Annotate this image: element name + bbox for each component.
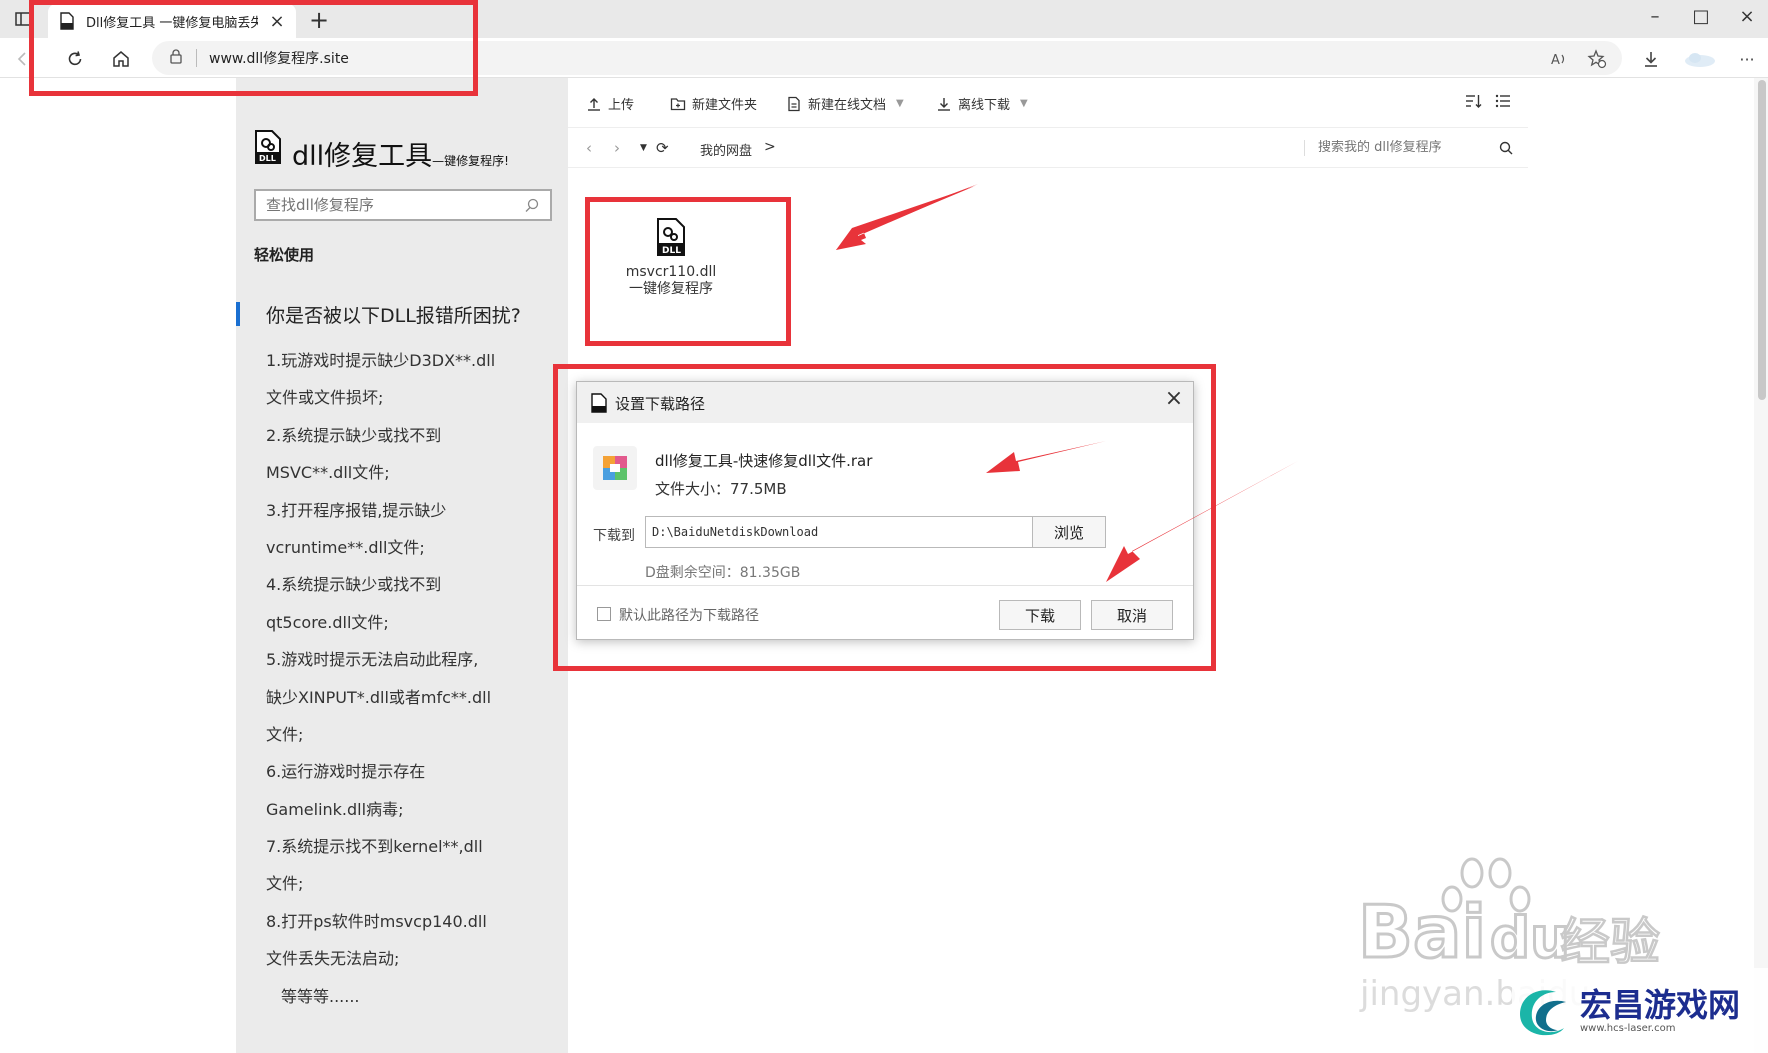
upload-button[interactable]: 上传 [586, 94, 634, 113]
page-scrollbar-thumb[interactable] [1758, 80, 1766, 400]
read-aloud-icon[interactable]: A [1546, 46, 1572, 72]
watermark-jingyan-cn: 经验 [1560, 913, 1660, 971]
offline-download-button[interactable]: 离线下载 ▼ [936, 94, 1028, 113]
easy-use-heading: 轻松使用 [254, 246, 315, 264]
dll-logo-icon: DLL [255, 130, 281, 164]
question-heading: 你是否被以下DLL报错所困扰? [266, 305, 521, 327]
list-item: 4.系统提示缺少或找不到 [266, 575, 442, 595]
annotation-box-address [29, 0, 478, 96]
sidebar-search-input[interactable] [266, 196, 506, 214]
list-item: 3.打开程序报错,提示缺少 [266, 500, 447, 520]
history-dropdown-icon[interactable]: ▼ [640, 143, 647, 153]
new-online-doc-button[interactable]: 新建在线文档 ▼ [786, 94, 904, 113]
new-folder-label: 新建文件夹 [692, 98, 758, 113]
upload-label: 上传 [608, 98, 635, 113]
path-nav-row: ‹ › ▼ ⟳ 我的网盘 > [568, 128, 1528, 168]
list-item: 文件; [266, 874, 304, 894]
site-watermark: 宏昌游戏网 www.hcs-laser.com [1512, 968, 1768, 1053]
nav-forward-icon[interactable]: › [614, 139, 620, 157]
list-item: 2.系统提示缺少或找不到 [266, 425, 442, 445]
list-item: 文件; [266, 724, 304, 744]
close-window-icon[interactable]: × [1732, 6, 1762, 27]
site-watermark-url: www.hcs-laser.com [1580, 1023, 1676, 1034]
nav-back-icon[interactable]: ‹ [586, 139, 592, 157]
list-item: 文件丢失无法启动; [266, 949, 400, 969]
site-watermark-name: 宏昌游戏网 [1580, 986, 1741, 1024]
add-favorite-icon[interactable] [1584, 46, 1610, 72]
list-view-icon[interactable] [1494, 92, 1514, 112]
list-item: 7.系统提示找不到kernel**,dll [266, 837, 483, 857]
new-folder-button[interactable]: 新建文件夹 [670, 94, 757, 113]
list-item: Gamelink.dll病毒; [266, 799, 404, 819]
svg-text:A: A [1551, 53, 1560, 68]
svg-text:DLL: DLL [259, 154, 276, 163]
list-item: 5.游戏时提示无法启动此程序, [266, 650, 479, 670]
search-icon[interactable] [1498, 140, 1514, 156]
watermark-bai: Bai [1358, 890, 1486, 974]
sidebar-search[interactable] [254, 189, 552, 221]
profile-icon[interactable] [1682, 46, 1718, 72]
issue-list: 1.玩游戏时提示缺少D3DX**.dll 文件或文件损坏; 2.系统提示缺少或找… [266, 342, 556, 1015]
list-item: vcruntime**.dll文件; [266, 537, 425, 557]
site-title: dll修复工具—键修复程序! [292, 134, 509, 173]
upload-icon [588, 97, 600, 111]
search-separator [1304, 140, 1305, 156]
action-bar: 上传 新建文件夹 新建在线文档 ▼ 离线下载 ▼ [568, 78, 1528, 128]
site-logo-icon [1520, 989, 1566, 1035]
annotation-box-dialog [553, 364, 1216, 671]
watermark-du: du [1490, 906, 1570, 971]
offline-download-label: 离线下载 [958, 98, 1011, 113]
new-online-doc-label: 新建在线文档 [808, 98, 887, 113]
disk-search-input[interactable] [1318, 140, 1528, 155]
document-icon [788, 96, 800, 111]
folder-add-icon [670, 97, 686, 110]
site-subtitle: —键修复程序! [432, 154, 509, 168]
list-item: 1.玩游戏时提示缺少D3DX**.dll [266, 351, 496, 370]
minimize-icon[interactable]: – [1640, 6, 1670, 27]
maximize-icon[interactable]: □ [1686, 6, 1716, 27]
list-item-etc: 等等等...... [281, 986, 360, 1006]
downloads-icon[interactable] [1638, 46, 1664, 72]
list-item: 6.运行游戏时提示存在 [266, 762, 426, 782]
annotation-box-file [585, 197, 791, 346]
list-item: 文件或文件损坏; [266, 388, 384, 408]
list-item: qt5core.dll文件; [266, 612, 389, 632]
chevron-down-icon[interactable]: ▼ [896, 98, 904, 109]
search-icon[interactable] [524, 197, 540, 213]
list-item: 8.打开ps软件时msvcp140.dll [266, 911, 487, 931]
chevron-down-icon[interactable]: ▼ [1020, 98, 1028, 109]
question-accent-bar [236, 302, 240, 326]
sidebar: DLL dll修复工具—键修复程序! 轻松使用 你是否被以下DLL报错所困扰? … [236, 78, 568, 1053]
refresh-list-icon[interactable]: ⟳ [656, 139, 669, 157]
list-item: 缺少XINPUT*.dll或者mfc**.dll [266, 687, 492, 707]
breadcrumb-separator: > [764, 139, 776, 155]
list-item: MSVC**.dll文件; [266, 463, 390, 483]
download-icon [938, 97, 950, 111]
sort-icon[interactable] [1464, 92, 1484, 112]
breadcrumb[interactable]: 我的网盘 [700, 140, 752, 159]
site-title-text: dll修复工具 [292, 141, 433, 172]
more-options-icon[interactable]: ··· [1734, 46, 1760, 72]
